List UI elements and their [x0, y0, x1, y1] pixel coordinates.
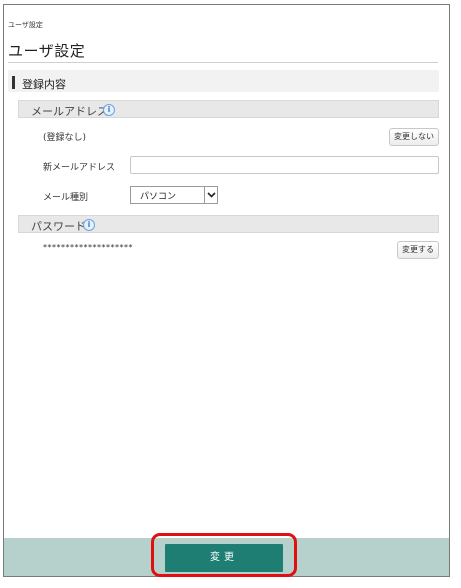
password-group-header: パスワード i	[18, 215, 439, 233]
section-header	[8, 70, 439, 92]
info-icon[interactable]: i	[103, 104, 115, 116]
breadcrumb: ユーザ設定	[8, 21, 43, 29]
submit-change-button[interactable]: 変更	[165, 544, 283, 572]
section-title: 登録内容	[22, 78, 66, 91]
mail-type-select[interactable]: パソコン	[130, 186, 218, 204]
email-group-header: メールアドレス i	[18, 100, 439, 118]
title-divider	[8, 62, 438, 63]
password-masked-value: ********************	[43, 243, 133, 252]
new-email-input[interactable]	[130, 156, 439, 174]
no-change-button[interactable]: 変更しない	[389, 128, 439, 146]
current-email-value: (登録なし)	[43, 133, 87, 143]
change-password-button[interactable]: 変更する	[397, 241, 439, 259]
mail-type-label: メール種別	[43, 193, 89, 203]
new-email-label: 新メールアドレス	[43, 163, 116, 173]
section-marker	[12, 76, 15, 89]
info-icon[interactable]: i	[83, 219, 95, 231]
mail-type-selected: パソコン	[140, 192, 177, 202]
email-group-label: メールアドレス	[31, 105, 108, 118]
page-title: ユーザ設定	[8, 42, 86, 60]
chevron-down-icon[interactable]	[204, 187, 217, 203]
password-group-label: パスワード	[31, 220, 86, 233]
